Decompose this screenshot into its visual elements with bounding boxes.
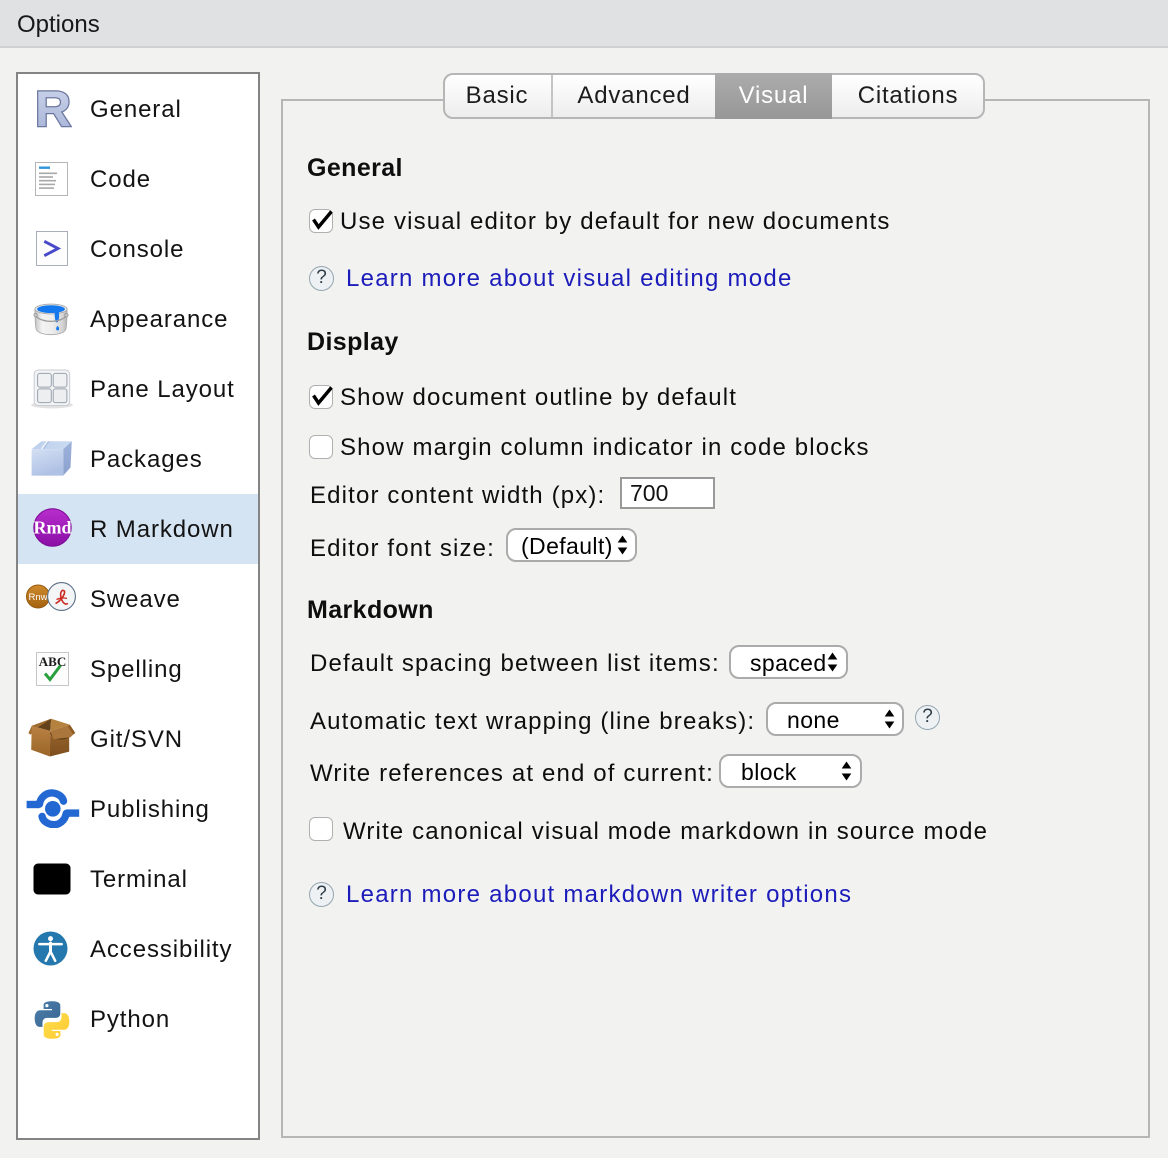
svg-text:ABC: ABC: [39, 654, 66, 669]
svg-text:Rnw: Rnw: [28, 592, 47, 603]
svg-text:Rmd: Rmd: [33, 518, 71, 538]
svg-text:R: R: [35, 88, 71, 128]
